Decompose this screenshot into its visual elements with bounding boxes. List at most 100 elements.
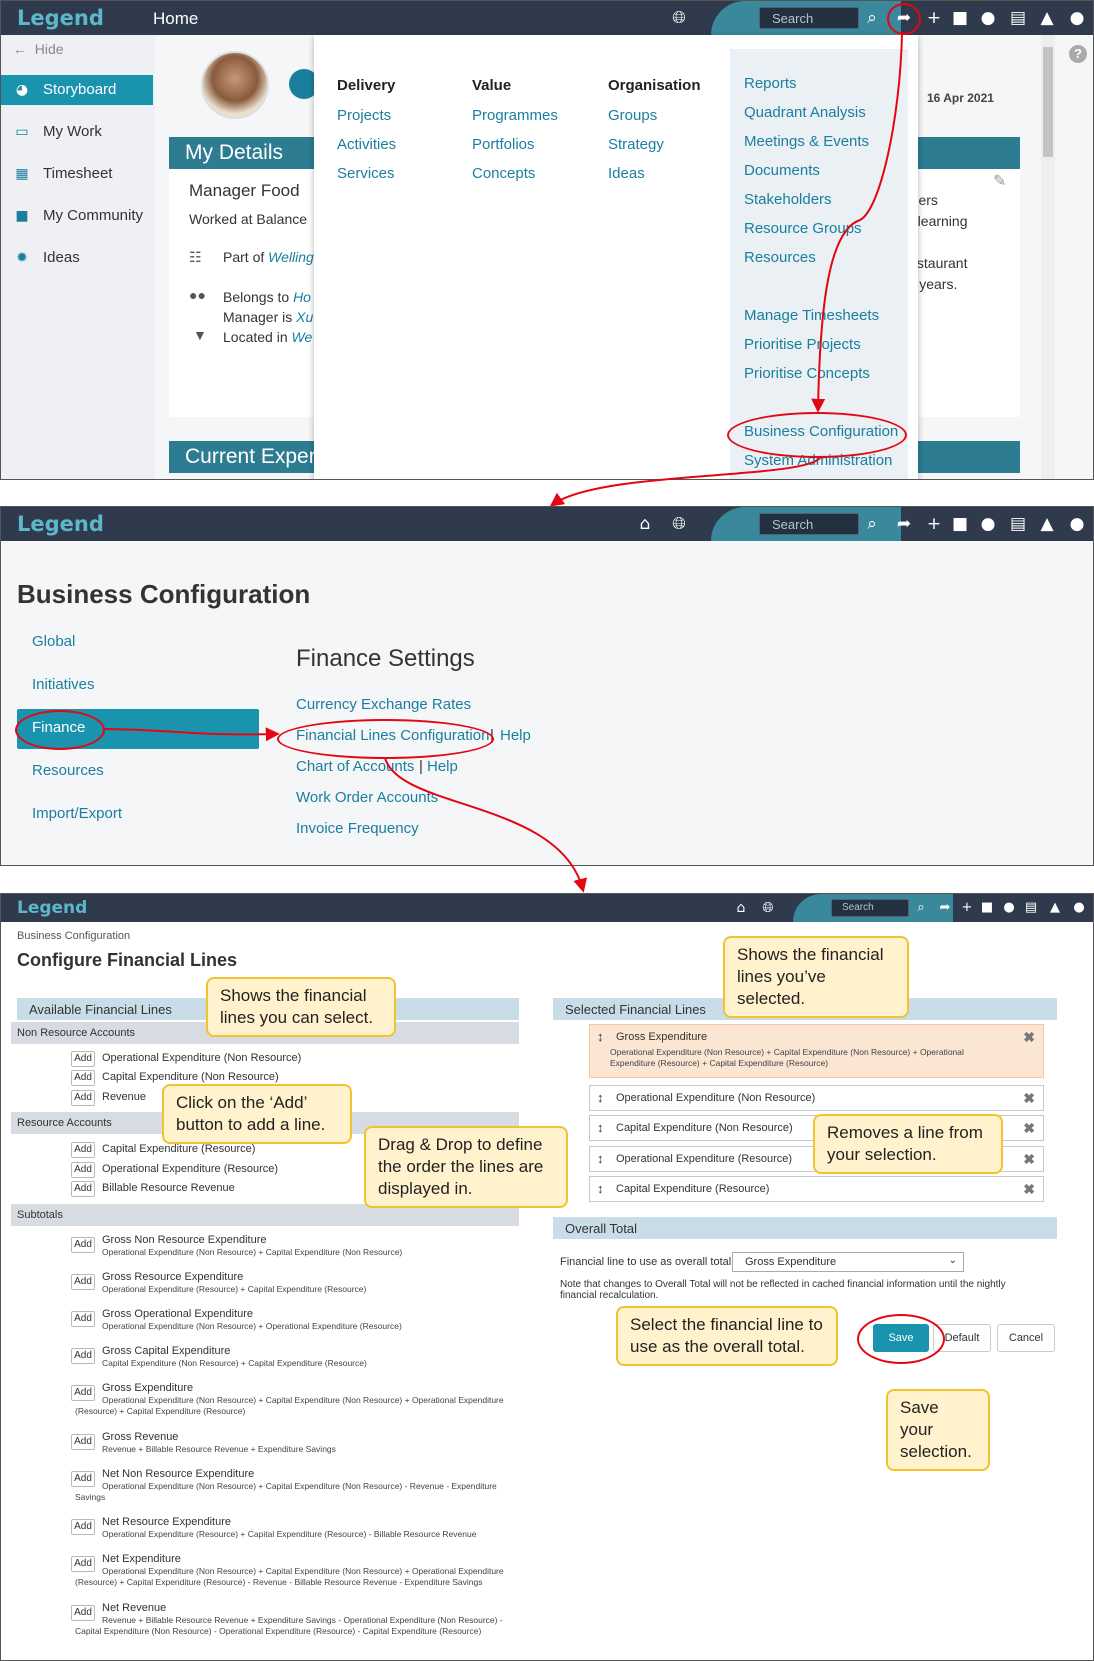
search-icon[interactable]: ⌕ — [911, 898, 931, 918]
menu-item-resource-groups[interactable]: Resource Groups — [744, 220, 908, 249]
sidebar-item-my-work[interactable]: ▭ My Work — [1, 117, 153, 147]
drag-handle-icon[interactable]: ↕ — [597, 1120, 604, 1135]
home-icon[interactable]: ⌂ — [635, 514, 655, 534]
sidebar-item-ideas[interactable]: ✹ Ideas — [1, 243, 153, 273]
search-input[interactable]: Search — [759, 513, 859, 535]
legend-logo[interactable]: Legend — [17, 6, 104, 30]
avatar[interactable] — [201, 51, 269, 119]
legend-logo[interactable]: Legend — [17, 512, 104, 536]
globe-icon[interactable]: 🌐︎ — [669, 8, 689, 28]
menu-item-services[interactable]: Services — [337, 165, 396, 194]
bell-icon[interactable]: ▲ — [1045, 898, 1065, 918]
bookmark-icon[interactable]: ■ — [977, 898, 997, 918]
scrollbar-thumb[interactable] — [1043, 47, 1053, 157]
manager-link[interactable]: Xu — [296, 309, 313, 325]
remove-icon[interactable]: ✖ — [1023, 1181, 1035, 1198]
search-input[interactable]: Search — [831, 899, 909, 917]
located-link[interactable]: We — [292, 329, 313, 345]
link-chart-of-accounts[interactable]: Chart of Accounts — [296, 758, 414, 775]
selected-line-row[interactable]: ↕ Gross Expenditure Operational Expendit… — [589, 1024, 1044, 1078]
add-button[interactable]: Add — [71, 1181, 95, 1197]
callout-remove-line: Removes a line from your selection. — [813, 1114, 1003, 1174]
share-icon[interactable]: ➦ — [935, 898, 955, 918]
menu-item-concepts[interactable]: Concepts — [472, 165, 558, 194]
menu-item-meetings-events[interactable]: Meetings & Events — [744, 133, 908, 162]
user-icon[interactable]: ● — [1067, 8, 1087, 28]
menu-item-ideas[interactable]: Ideas — [608, 165, 701, 194]
menu-item-manage-timesheets[interactable]: Manage Timesheets — [744, 307, 908, 336]
chat-icon[interactable]: ● — [978, 8, 998, 28]
add-button[interactable]: Add — [71, 1051, 95, 1067]
link-financial-lines-help[interactable]: Help — [500, 727, 531, 744]
legend-logo[interactable]: Legend — [17, 898, 87, 918]
menu-item-portfolios[interactable]: Portfolios — [472, 136, 558, 165]
bookmark-icon[interactable]: ■ — [950, 514, 970, 534]
link-chart-of-accounts-help[interactable]: Help — [427, 758, 458, 775]
plus-icon[interactable]: + — [924, 8, 944, 28]
bell-icon[interactable]: ▲ — [1037, 8, 1057, 28]
selected-line-row[interactable]: ↕ Capital Expenditure (Resource) ✖ — [589, 1176, 1044, 1202]
add-button[interactable]: Add — [71, 1070, 95, 1086]
nav-import-export[interactable]: Import/Export — [17, 795, 259, 835]
link-invoice-frequency[interactable]: Invoice Frequency — [296, 820, 419, 837]
menu-item-reports[interactable]: Reports — [744, 75, 908, 104]
breadcrumb[interactable]: Business Configuration — [17, 930, 130, 942]
menu-item-prioritise-projects[interactable]: Prioritise Projects — [744, 336, 908, 365]
search-icon[interactable]: ⌕ — [862, 514, 882, 534]
scrollbar[interactable] — [1041, 35, 1055, 479]
search-input[interactable]: Search — [759, 7, 859, 29]
share-icon[interactable]: ➦ — [894, 514, 914, 534]
plus-icon[interactable]: + — [957, 898, 977, 918]
menu-item-groups[interactable]: Groups — [608, 107, 701, 136]
cancel-button[interactable]: Cancel — [997, 1324, 1055, 1352]
menu-item-programmes[interactable]: Programmes — [472, 107, 558, 136]
globe-icon[interactable]: 🌐︎ — [758, 898, 778, 918]
hide-sidebar-button[interactable]: ← Hide — [13, 41, 64, 57]
bell-icon[interactable]: ▲ — [1037, 514, 1057, 534]
document-icon[interactable]: ▤ — [1008, 8, 1028, 28]
help-icon[interactable]: ? — [1069, 45, 1087, 63]
drag-handle-icon[interactable]: ↕ — [597, 1029, 604, 1044]
part-of-link[interactable]: Welling — [268, 249, 314, 265]
remove-icon[interactable]: ✖ — [1023, 1029, 1035, 1046]
document-icon[interactable]: ▤ — [1008, 514, 1028, 534]
menu-item-quadrant-analysis[interactable]: Quadrant Analysis — [744, 104, 908, 133]
link-currency-exchange-rates[interactable]: Currency Exchange Rates — [296, 696, 471, 713]
belongs-to-link[interactable]: Ho — [293, 289, 311, 305]
selected-line-row[interactable]: ↕ Operational Expenditure (Non Resource)… — [589, 1085, 1044, 1111]
remove-icon[interactable]: ✖ — [1023, 1151, 1035, 1168]
drag-handle-icon[interactable]: ↕ — [597, 1090, 604, 1105]
menu-item-projects[interactable]: Projects — [337, 107, 396, 136]
globe-icon[interactable]: 🌐︎ — [669, 514, 689, 534]
drag-handle-icon[interactable]: ↕ — [597, 1181, 604, 1196]
menu-item-documents[interactable]: Documents — [744, 162, 908, 191]
menu-item-stakeholders[interactable]: Stakeholders — [744, 191, 908, 220]
plus-icon[interactable]: + — [924, 514, 944, 534]
home-icon[interactable]: ⌂ — [731, 898, 751, 918]
menu-item-strategy[interactable]: Strategy — [608, 136, 701, 165]
sidebar-item-storyboard[interactable]: ◕ Storyboard — [1, 75, 153, 105]
document-icon[interactable]: ▤ — [1021, 898, 1041, 918]
add-button[interactable]: Add — [71, 1090, 95, 1106]
remove-icon[interactable]: ✖ — [1023, 1090, 1035, 1107]
bookmark-icon[interactable]: ■ — [950, 8, 970, 28]
chat-icon[interactable]: ● — [999, 898, 1019, 918]
remove-icon[interactable]: ✖ — [1023, 1120, 1035, 1137]
sidebar-item-timesheet[interactable]: ▦ Timesheet — [1, 159, 153, 189]
menu-item-prioritise-concepts[interactable]: Prioritise Concepts — [744, 365, 908, 394]
nav-global[interactable]: Global — [17, 623, 259, 663]
menu-item-activities[interactable]: Activities — [337, 136, 396, 165]
nav-initiatives[interactable]: Initiatives — [17, 666, 259, 706]
search-icon[interactable]: ⌕ — [862, 8, 882, 28]
sidebar-item-my-community[interactable]: ■ My Community — [1, 201, 153, 231]
nav-resources[interactable]: Resources — [17, 752, 259, 792]
chat-icon[interactable]: ● — [978, 514, 998, 534]
drag-handle-icon[interactable]: ↕ — [597, 1151, 604, 1166]
add-button[interactable]: Add — [71, 1162, 95, 1178]
user-icon[interactable]: ● — [1069, 898, 1089, 918]
overall-total-select[interactable]: Gross Expenditure ⌄ — [732, 1252, 964, 1272]
link-work-order-accounts[interactable]: Work Order Accounts — [296, 789, 438, 806]
menu-item-resources[interactable]: Resources — [744, 249, 908, 278]
add-button[interactable]: Add — [71, 1142, 95, 1158]
user-icon[interactable]: ● — [1067, 514, 1087, 534]
